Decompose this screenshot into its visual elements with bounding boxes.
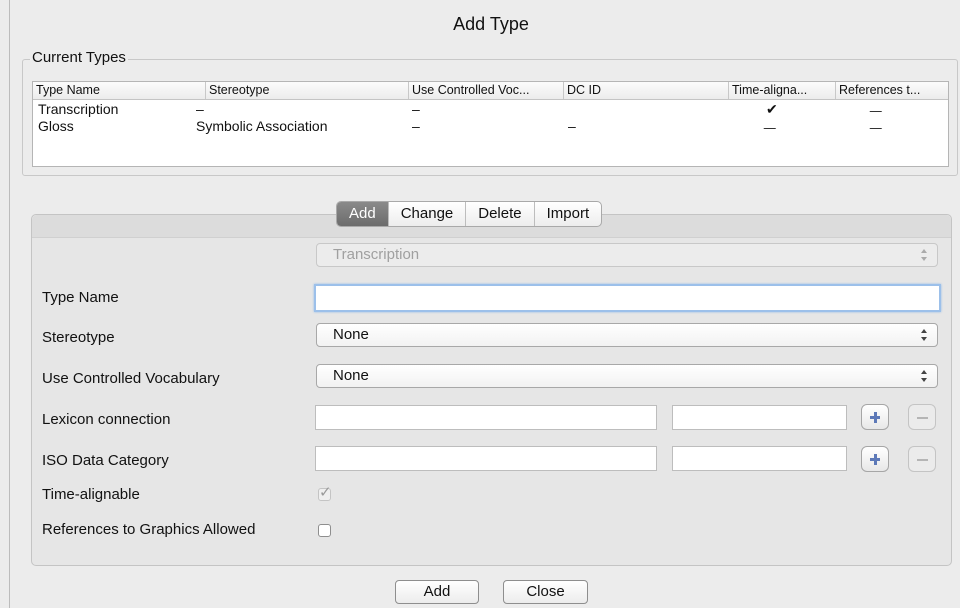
- time-alignable-label: Time-alignable: [42, 486, 140, 503]
- lexicon-remove-button[interactable]: [908, 404, 936, 430]
- references-graphics-checkbox[interactable]: [318, 524, 331, 537]
- plus-icon: [862, 447, 888, 471]
- add-button[interactable]: Add: [395, 580, 479, 604]
- iso-data-category-field[interactable]: [315, 446, 657, 471]
- minus-icon: [909, 405, 935, 429]
- column-header-dc-id[interactable]: DC ID: [564, 82, 729, 99]
- tab-bar: Add Change Delete Import: [336, 201, 603, 227]
- tab-import[interactable]: Import: [535, 202, 602, 226]
- window-left-edge: [9, 0, 10, 608]
- column-header-use-cv[interactable]: Use Controlled Voc...: [409, 82, 564, 99]
- iso-data-category-label: ISO Data Category: [42, 452, 169, 469]
- lexicon-connection-label: Lexicon connection: [42, 411, 171, 428]
- tab-delete[interactable]: Delete: [466, 202, 535, 226]
- dialog-title: Add Type: [453, 14, 529, 34]
- lexicon-entry-field[interactable]: [672, 405, 847, 430]
- updown-arrows-icon: [921, 248, 929, 262]
- time-alignable-checkbox[interactable]: ✓: [318, 484, 332, 501]
- table-header: Type Name Stereotype Use Controlled Voc.…: [33, 82, 948, 100]
- cell-stereotype[interactable]: Symbolic Association: [196, 118, 328, 135]
- column-header-time-alignable[interactable]: Time-aligna...: [729, 82, 836, 99]
- lexicon-connection-field[interactable]: [315, 405, 657, 430]
- updown-arrows-icon: [921, 369, 929, 383]
- column-header-type-name[interactable]: Type Name: [33, 82, 206, 99]
- use-cv-value: None: [333, 367, 369, 384]
- references-graphics-label: References to Graphics Allowed: [42, 521, 256, 538]
- minus-icon: [909, 447, 935, 471]
- checkmark-icon: ✓: [319, 484, 332, 501]
- cell-references-unchecked-icon[interactable]: [869, 99, 885, 116]
- updown-arrows-icon: [921, 328, 929, 342]
- stereotype-value: None: [333, 326, 369, 343]
- type-name-input[interactable]: [314, 284, 941, 312]
- lexicon-add-button[interactable]: [861, 404, 889, 430]
- cell-type-name[interactable]: Gloss: [38, 118, 74, 135]
- cell-time-alignable-unchecked-icon[interactable]: [763, 116, 779, 133]
- type-selector-dropdown[interactable]: Transcription: [316, 243, 938, 267]
- cell-stereotype[interactable]: –: [196, 101, 204, 118]
- iso-data-category-name-field[interactable]: [672, 446, 847, 471]
- cell-dc-id[interactable]: –: [568, 118, 576, 135]
- tab-change[interactable]: Change: [389, 202, 467, 226]
- type-selector-value: Transcription: [333, 246, 420, 263]
- cell-references-unchecked-icon[interactable]: [869, 116, 885, 133]
- cell-use-cv[interactable]: –: [412, 101, 420, 118]
- plus-icon: [862, 405, 888, 429]
- column-header-stereotype[interactable]: Stereotype: [206, 82, 409, 99]
- stereotype-dropdown[interactable]: None: [316, 323, 938, 347]
- iso-remove-button[interactable]: [908, 446, 936, 472]
- type-name-label: Type Name: [42, 289, 119, 306]
- cell-type-name[interactable]: Transcription: [38, 101, 118, 118]
- current-types-table[interactable]: Type Name Stereotype Use Controlled Voc.…: [32, 81, 949, 167]
- current-types-legend: Current Types: [30, 49, 128, 66]
- cell-use-cv[interactable]: –: [412, 118, 420, 135]
- use-cv-dropdown[interactable]: None: [316, 364, 938, 388]
- tab-add[interactable]: Add: [337, 202, 389, 226]
- column-header-references[interactable]: References t...: [836, 82, 948, 99]
- use-cv-label: Use Controlled Vocabulary: [42, 370, 220, 387]
- stereotype-label: Stereotype: [42, 329, 115, 346]
- close-button[interactable]: Close: [503, 580, 588, 604]
- iso-add-button[interactable]: [861, 446, 889, 472]
